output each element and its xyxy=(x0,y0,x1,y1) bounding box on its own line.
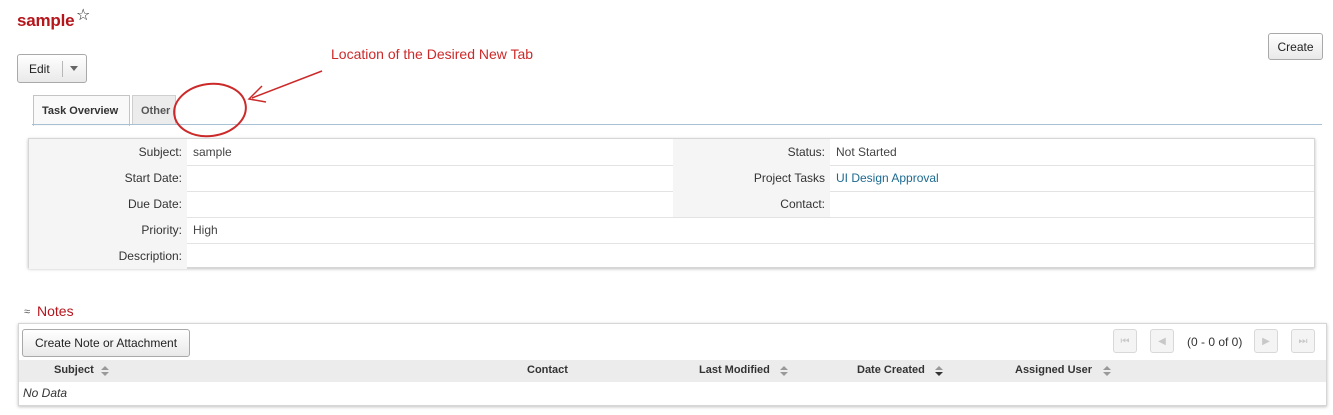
notes-section-title[interactable]: Notes xyxy=(37,303,74,319)
description-label: Description: xyxy=(29,243,187,269)
sort-descending-icon[interactable] xyxy=(935,366,943,376)
status-value: Not Started xyxy=(836,145,897,159)
next-page-icon[interactable]: ▶ xyxy=(1254,329,1278,353)
detail-row-priority: Priority: High xyxy=(29,217,1314,244)
sort-icon[interactable] xyxy=(1103,366,1111,376)
last-page-icon[interactable]: ⏭ xyxy=(1291,329,1315,353)
status-label: Status: xyxy=(673,139,830,165)
column-last-modified[interactable]: Last Modified xyxy=(699,364,770,376)
notes-table-header xyxy=(19,360,1326,382)
priority-value: High xyxy=(193,223,218,237)
annotation-arrow-shaft xyxy=(251,70,323,99)
sort-icon[interactable] xyxy=(101,366,109,376)
start-date-label: Start Date: xyxy=(29,165,187,191)
create-button[interactable]: Create xyxy=(1268,33,1323,60)
collapse-chevron-icon[interactable]: ≈ xyxy=(24,306,30,318)
task-detail-panel: Subject: sample Status: Not Started Star… xyxy=(28,138,1315,269)
project-tasks-label: Project Tasks xyxy=(673,165,830,191)
due-date-value xyxy=(187,191,193,217)
sort-icon[interactable] xyxy=(780,366,788,376)
column-contact[interactable]: Contact xyxy=(527,364,568,376)
subject-value: sample xyxy=(193,145,232,159)
column-subject[interactable]: Subject xyxy=(54,364,94,376)
contact-label: Contact: xyxy=(673,191,830,217)
first-page-icon[interactable]: ⏮ xyxy=(1113,329,1137,353)
due-date-label: Due Date: xyxy=(29,191,187,217)
start-date-value xyxy=(187,165,193,191)
pager-count: (0 - 0 of 0) xyxy=(1187,335,1243,349)
detail-row-due-date: Due Date: Contact: xyxy=(29,191,1314,218)
annotation-circle xyxy=(173,82,247,138)
create-note-button[interactable]: Create Note or Attachment xyxy=(22,329,190,357)
project-tasks-link[interactable]: UI Design Approval xyxy=(830,165,939,191)
description-value xyxy=(187,243,193,269)
contact-value xyxy=(830,191,836,217)
column-date-created[interactable]: Date Created xyxy=(857,364,925,376)
detail-row-start-date: Start Date: Project Tasks UI Design Appr… xyxy=(29,165,1314,192)
detail-row-subject: Subject: sample Status: Not Started xyxy=(29,139,1314,166)
empty-table-message: No Data xyxy=(23,386,68,400)
priority-label: Priority: xyxy=(29,217,187,243)
previous-page-icon[interactable]: ◀ xyxy=(1150,329,1174,353)
subject-label: Subject: xyxy=(29,139,187,165)
detail-row-description: Description: xyxy=(29,243,1314,269)
annotation-overlay xyxy=(173,70,323,138)
column-assigned-user[interactable]: Assigned User xyxy=(1015,364,1092,376)
